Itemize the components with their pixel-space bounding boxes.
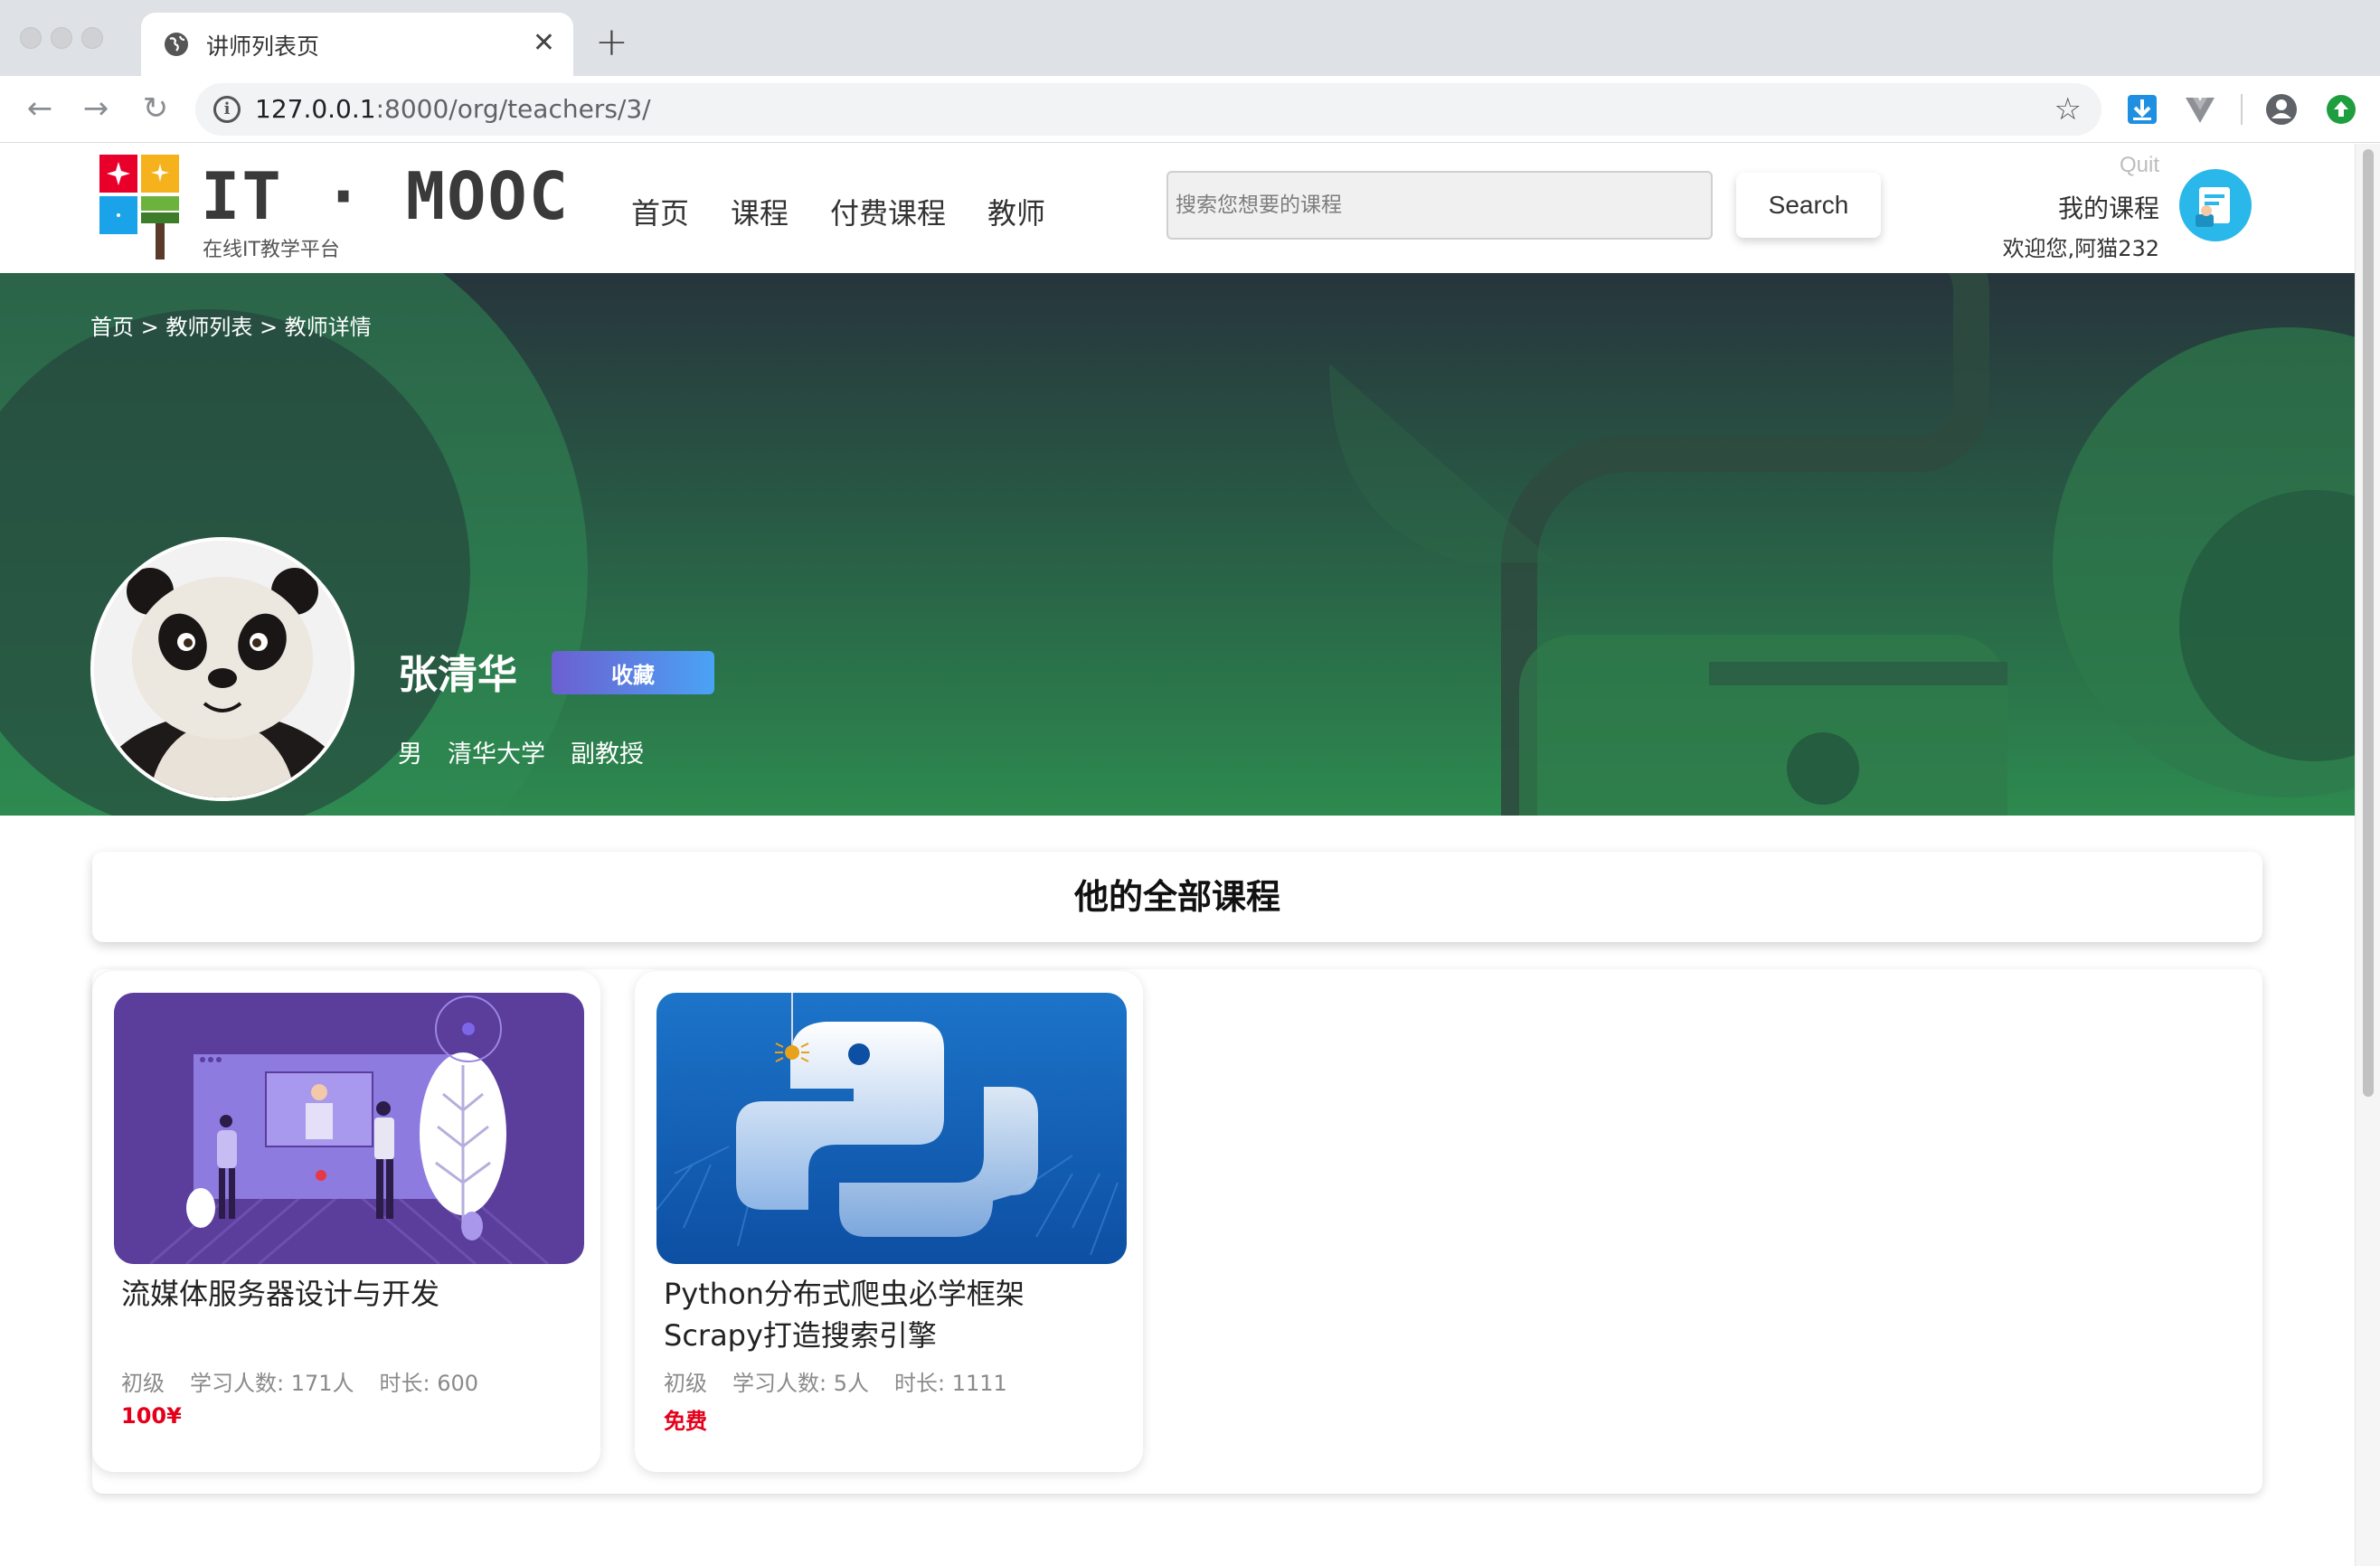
course-duration: 时长: 600 [379, 1371, 479, 1396]
update-icon[interactable] [2324, 92, 2358, 127]
site-logo-subtitle: 在线IT教学平台 [203, 239, 340, 261]
nav-teachers[interactable]: 教师 [987, 191, 1045, 232]
vue-devtools-icon[interactable] [2183, 92, 2217, 127]
forward-icon[interactable]: → [76, 89, 116, 128]
new-tab-icon[interactable]: + [595, 20, 628, 65]
course-price: 100¥ [121, 1403, 182, 1429]
course-card[interactable]: Python分布式爬虫必学框架Scrapy打造搜索引擎 初级 学习人数: 5人 … [635, 971, 1143, 1472]
browser-tab-strip: 讲师列表页 ✕ + [0, 0, 2380, 76]
course-duration: 时长: 1111 [893, 1371, 1007, 1396]
window-close-dot[interactable] [20, 27, 42, 49]
scrollbar-thumb[interactable] [2363, 149, 2374, 1097]
site-logo-text[interactable]: IT · MOOC [201, 160, 570, 232]
teacher-avatar [90, 537, 354, 801]
teacher-gender: 男 [398, 741, 422, 769]
video-conference-illustration [114, 993, 584, 1264]
course-card[interactable]: 流媒体服务器设计与开发 初级 学习人数: 171人 时长: 600 100¥ [92, 971, 600, 1472]
it-mooc-logo[interactable] [98, 153, 188, 261]
account-icon[interactable] [2264, 92, 2299, 127]
teacher-name: 张清华 [398, 652, 517, 698]
python-banner-decoration [0, 273, 2355, 816]
course-title[interactable]: Python分布式爬虫必学框架Scrapy打造搜索引擎 [664, 1273, 1116, 1356]
course-level: 初级 [121, 1371, 165, 1396]
course-meta: 初级 学习人数: 171人 时长: 600 [121, 1365, 478, 1397]
main-nav: 首页 课程 付费课程 教师 [631, 191, 1045, 232]
download-extension-icon[interactable] [2125, 92, 2159, 127]
course-level: 初级 [664, 1371, 707, 1396]
window-zoom-dot[interactable] [81, 27, 103, 49]
course-students: 学习人数: 171人 [190, 1371, 354, 1396]
nav-paid-courses[interactable]: 付费课程 [830, 191, 946, 232]
user-avatar-illustration [2196, 187, 2230, 227]
back-icon[interactable]: ← [20, 89, 60, 128]
teacher-banner: 首页 > 教师列表 > 教师详情 张清华 收藏 男 清华大学 副教授 [0, 273, 2355, 816]
breadcrumb: 首页 > 教师列表 > 教师详情 [90, 309, 372, 341]
search-input[interactable] [1166, 171, 1713, 240]
bookmark-star-icon[interactable]: ☆ [2054, 92, 2082, 127]
window-minimize-dot[interactable] [51, 27, 72, 49]
site-header: IT · MOOC 在线IT教学平台 首页 课程 付费课程 教师 Search … [0, 144, 2355, 273]
my-courses-link[interactable]: 我的课程 [2058, 189, 2159, 225]
section-title: 他的全部课程 [92, 852, 2262, 942]
course-meta: 初级 学习人数: 5人 时长: 1111 [664, 1365, 1007, 1397]
breadcrumb-teacher-list[interactable]: 教师列表 [165, 315, 252, 340]
python-scrapy-illustration [656, 993, 1127, 1264]
teacher-university: 清华大学 [448, 741, 545, 769]
browser-toolbar: ← → ↻ i 127.0.0.1:8000/org/teachers/3/ ☆ [0, 76, 2380, 143]
tab-title: 讲师列表页 [206, 33, 320, 60]
reload-icon[interactable]: ↻ [136, 89, 175, 128]
url-text: 127.0.0.1:8000/org/teachers/3/ [255, 94, 651, 124]
search-button[interactable]: Search [1736, 173, 1881, 238]
course-title[interactable]: 流媒体服务器设计与开发 [121, 1273, 573, 1315]
breadcrumb-teacher-detail: 教师详情 [284, 315, 372, 340]
course-price: 免费 [664, 1409, 707, 1434]
nav-home[interactable]: 首页 [631, 191, 689, 232]
teacher-title: 副教授 [571, 741, 644, 769]
toolbar-divider [2241, 94, 2243, 125]
address-bar[interactable]: i 127.0.0.1:8000/org/teachers/3/ ☆ [195, 83, 2101, 136]
welcome-text: 欢迎您,阿猫232 [2002, 236, 2159, 261]
course-students: 学习人数: 5人 [732, 1371, 869, 1396]
breadcrumb-separator: > [260, 315, 279, 340]
panda-avatar-image [94, 541, 351, 797]
teacher-meta: 男 清华大学 副教授 [398, 734, 644, 769]
browser-tab[interactable]: 讲师列表页 ✕ [141, 13, 573, 76]
globe-icon [165, 33, 188, 56]
course-thumbnail[interactable] [656, 993, 1127, 1264]
tab-close-icon[interactable]: ✕ [533, 27, 555, 60]
breadcrumb-home[interactable]: 首页 [90, 315, 134, 340]
favorite-button[interactable]: 收藏 [552, 651, 714, 694]
user-avatar[interactable] [2179, 169, 2252, 241]
nav-courses[interactable]: 课程 [731, 191, 789, 232]
site-info-icon[interactable]: i [213, 96, 241, 123]
page-scrollbar[interactable] [2355, 144, 2380, 1566]
course-thumbnail[interactable] [114, 993, 584, 1264]
quit-link[interactable]: Quit [2120, 153, 2159, 178]
breadcrumb-separator: > [140, 315, 159, 340]
